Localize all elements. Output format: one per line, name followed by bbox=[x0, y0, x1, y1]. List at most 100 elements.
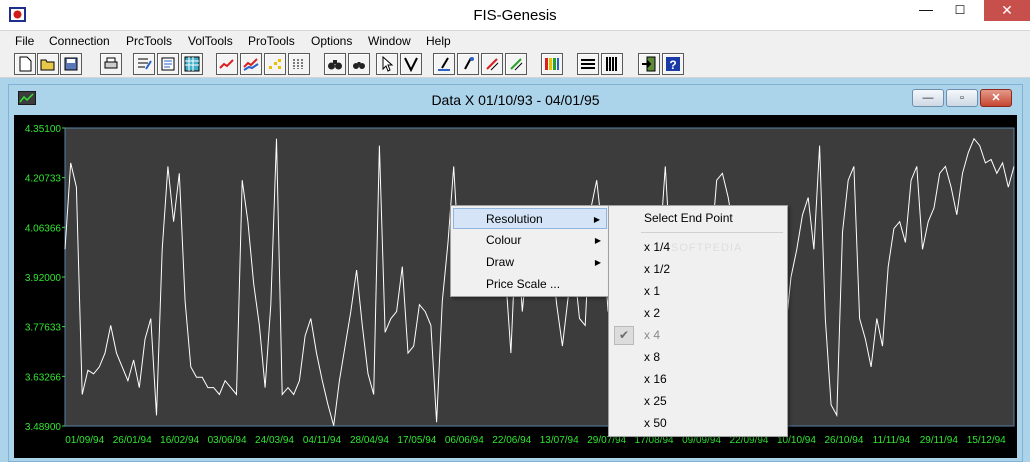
submenu-item-label: x 1/4 bbox=[644, 240, 671, 254]
menu-connection[interactable]: Connection bbox=[49, 34, 110, 48]
x-tick-label: 26/10/94 bbox=[824, 435, 863, 446]
x-tick-label: 13/07/94 bbox=[540, 435, 579, 446]
x-tick-label: 06/06/94 bbox=[445, 435, 484, 446]
scatter-button[interactable] bbox=[264, 53, 286, 75]
print-button[interactable] bbox=[100, 53, 122, 75]
submenu-item-label: x 16 bbox=[644, 372, 667, 386]
ctx-resolution-label: Resolution bbox=[486, 212, 543, 226]
ctx-draw-label: Draw bbox=[486, 255, 515, 269]
save-button[interactable] bbox=[60, 53, 82, 75]
x-tick-label: 16/02/94 bbox=[160, 435, 199, 446]
line-chart-button[interactable] bbox=[216, 53, 238, 75]
menu-window[interactable]: Window bbox=[368, 34, 411, 48]
open-icon bbox=[40, 59, 55, 71]
save-icon bbox=[64, 57, 78, 71]
submenu-item-label: x 8 bbox=[644, 350, 661, 364]
submenu-header-label: Select End Point bbox=[644, 211, 733, 225]
resolution-submenu: Select End Point x 1/4 x 1/2 x 1 x 2 ✔ x… bbox=[608, 205, 788, 437]
chart-window-title: Data X 01/10/93 - 04/01/95 bbox=[431, 92, 600, 108]
x-tick-label: 28/04/94 bbox=[350, 435, 389, 446]
print-icon bbox=[104, 57, 118, 69]
app-minimize-button[interactable]: — bbox=[912, 0, 940, 21]
pen-blue-button[interactable] bbox=[433, 53, 455, 75]
app-title-bar: FIS-Genesis — ☐ ✕ bbox=[0, 0, 1030, 31]
note-button[interactable] bbox=[157, 53, 179, 75]
y-tick-label: 3.63266 bbox=[25, 372, 62, 383]
pen-green-icon bbox=[510, 58, 523, 71]
ctx-price-scale-label: Price Scale ... bbox=[486, 277, 561, 291]
pen-dot-icon bbox=[464, 57, 474, 70]
menu-protools[interactable]: ProTools bbox=[248, 34, 295, 48]
color-bars-button[interactable] bbox=[541, 53, 563, 75]
binoculars-icon bbox=[328, 60, 342, 70]
ctx-colour-label: Colour bbox=[486, 233, 522, 247]
grid-button[interactable] bbox=[181, 53, 203, 75]
submenu-arrow-icon: ▶ bbox=[593, 215, 600, 224]
submenu-item-label: x 25 bbox=[644, 394, 667, 408]
submenu-x-1-2[interactable]: x 1/2 bbox=[611, 259, 785, 280]
submenu-x-1[interactable]: x 1 bbox=[611, 281, 785, 302]
submenu-item-label: x 4 bbox=[644, 328, 661, 342]
pen-red-icon bbox=[486, 58, 499, 71]
app-title: FIS-Genesis bbox=[473, 7, 557, 24]
help-icon: ? bbox=[666, 57, 680, 72]
chart-close-button[interactable]: ✕ bbox=[980, 89, 1012, 107]
submenu-item-label: x 1/2 bbox=[644, 262, 671, 276]
menu-prctools[interactable]: PrcTools bbox=[126, 34, 172, 48]
multi-line-button[interactable] bbox=[240, 53, 262, 75]
new-button[interactable] bbox=[14, 53, 36, 75]
menu-options[interactable]: Options bbox=[311, 34, 352, 48]
submenu-x-4[interactable]: ✔ x 4 bbox=[611, 325, 785, 346]
pen-green-button[interactable] bbox=[505, 53, 527, 75]
submenu-x-16[interactable]: x 16 bbox=[611, 369, 785, 390]
submenu-x-2[interactable]: x 2 bbox=[611, 303, 785, 324]
submenu-x-50[interactable]: x 50 bbox=[611, 413, 785, 434]
context-menu: Resolution ▶ Colour ▶ Draw ▶ Price Scale… bbox=[450, 205, 610, 297]
edit-button[interactable] bbox=[133, 53, 155, 75]
x-tick-label: 01/09/94 bbox=[65, 435, 104, 446]
ctx-price-scale[interactable]: Price Scale ... bbox=[453, 274, 607, 295]
x-tick-label: 17/05/94 bbox=[397, 435, 436, 446]
columns-icon bbox=[606, 57, 617, 71]
exit-button[interactable] bbox=[638, 53, 660, 75]
open-button[interactable] bbox=[37, 53, 59, 75]
x-tick-label: 11/11/94 bbox=[873, 435, 911, 446]
submenu-select-end-point[interactable]: Select End Point bbox=[611, 208, 785, 229]
find-button[interactable] bbox=[324, 53, 346, 75]
app-close-button[interactable]: ✕ bbox=[984, 0, 1030, 21]
submenu-separator bbox=[641, 232, 783, 233]
edit-icon bbox=[138, 58, 152, 70]
app-maximize-button[interactable]: ☐ bbox=[946, 0, 974, 21]
chart-minimize-button[interactable]: — bbox=[912, 89, 944, 107]
pen-dot-button[interactable] bbox=[457, 53, 479, 75]
binoculars-small-icon bbox=[353, 62, 365, 69]
chart-maximize-button[interactable]: ▫ bbox=[946, 89, 978, 107]
submenu-x-8[interactable]: x 8 bbox=[611, 347, 785, 368]
menu-help[interactable]: Help bbox=[426, 34, 451, 48]
submenu-arrow-icon: ▶ bbox=[594, 236, 601, 245]
vee-button[interactable] bbox=[400, 53, 422, 75]
find-next-button[interactable] bbox=[348, 53, 370, 75]
y-tick-label: 3.77633 bbox=[25, 323, 62, 334]
ctx-colour[interactable]: Colour ▶ bbox=[453, 230, 607, 251]
submenu-x-25[interactable]: x 25 bbox=[611, 391, 785, 412]
columns-button[interactable] bbox=[601, 53, 623, 75]
pointer-button[interactable] bbox=[376, 53, 398, 75]
menu-bar: File Connection PrcTools VolTools ProToo… bbox=[0, 31, 1030, 51]
ctx-resolution[interactable]: Resolution ▶ bbox=[453, 208, 607, 229]
pen-red-button[interactable] bbox=[481, 53, 503, 75]
bars-button[interactable] bbox=[288, 53, 310, 75]
ctx-draw[interactable]: Draw ▶ bbox=[453, 252, 607, 273]
y-tick-label: 4.20733 bbox=[25, 174, 62, 185]
menu-voltools[interactable]: VolTools bbox=[188, 34, 233, 48]
help-button[interactable]: ? bbox=[662, 53, 684, 75]
x-tick-label: 03/06/94 bbox=[208, 435, 247, 446]
watermark: SOFTPEDIA bbox=[671, 242, 743, 254]
x-tick-label: 22/06/94 bbox=[492, 435, 531, 446]
x-tick-label: 26/01/94 bbox=[113, 435, 152, 446]
lines-button[interactable] bbox=[577, 53, 599, 75]
x-tick-label: 04/11/94 bbox=[303, 435, 342, 446]
submenu-item-label: x 50 bbox=[644, 416, 667, 430]
y-tick-label: 4.06366 bbox=[25, 223, 62, 234]
menu-file[interactable]: File bbox=[15, 34, 34, 48]
